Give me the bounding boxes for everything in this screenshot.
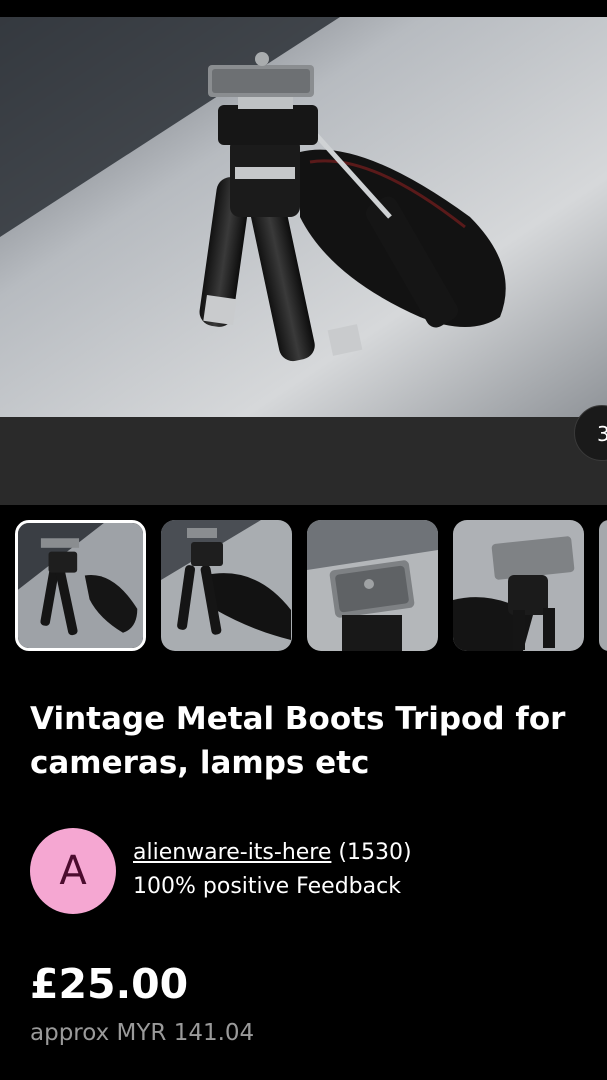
seller-name-link[interactable]: alienware-its-here [133, 840, 331, 865]
thumbnail-5-partial[interactable] [599, 520, 607, 651]
seller-feedback-percent: 100% positive Feedback [133, 874, 401, 899]
seller-avatar[interactable]: A [30, 828, 116, 914]
thumbnail-4[interactable] [453, 520, 584, 651]
thumbnail-3[interactable] [307, 520, 438, 651]
thumbnail-1-image [18, 523, 143, 648]
image-strip [0, 417, 607, 505]
avatar-letter: A [59, 848, 87, 894]
seller-feedback-count: (1530) [338, 840, 412, 865]
thumbnail-2[interactable] [161, 520, 292, 651]
tripod-photo [0, 17, 607, 417]
listing-title: Vintage Metal Boots Tripod for cameras, … [30, 701, 566, 781]
item-price: £25.00 [30, 960, 189, 1008]
thumbnail-strip [0, 520, 607, 652]
thumbnail-5-image [599, 520, 607, 651]
thumbnail-2-image [161, 520, 292, 651]
main-product-image[interactable] [0, 17, 607, 417]
converted-price: approx MYR 141.04 [30, 1020, 255, 1046]
seller-info: alienware-its-here (1530) [133, 840, 412, 865]
listing-screen: 3 Vintage Metal Boots Tripod for cameras… [0, 0, 607, 1080]
thumbnail-4-image [453, 520, 584, 651]
image-counter-label: 3 [597, 422, 607, 446]
thumbnail-1[interactable] [15, 520, 146, 651]
thumbnail-3-image [307, 520, 438, 651]
